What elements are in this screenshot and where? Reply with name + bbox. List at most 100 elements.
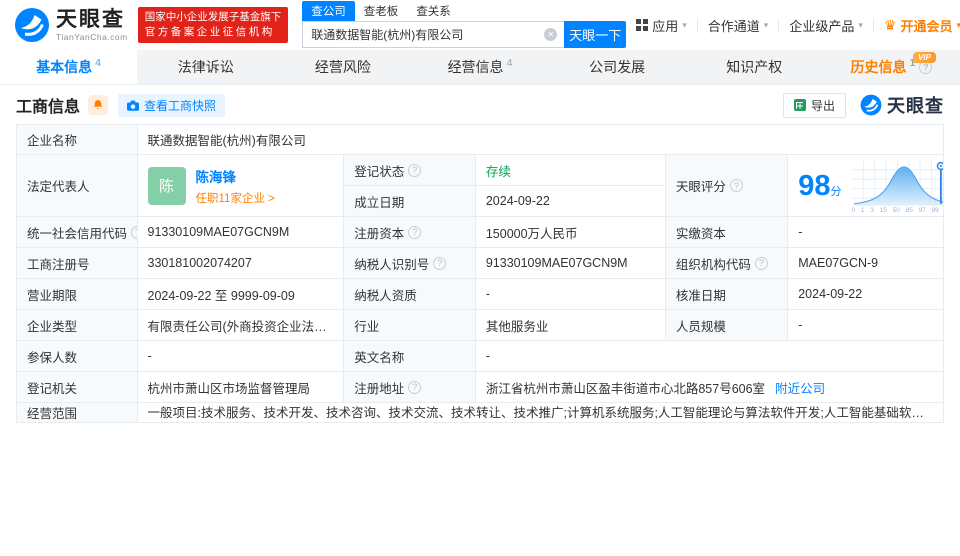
legal-rep-tenure-link[interactable]: 任职11家企业 > (196, 190, 275, 206)
help-icon[interactable]: ? (408, 225, 422, 239)
top-navigation: 应用 ▾ 合作通道 ▾ 企业级产品 ▾ ♛ 开通会员 ▾ (626, 14, 960, 36)
reg-no-label: 工商注册号 (16, 247, 138, 279)
reg-capital-label: 注册资本 (354, 226, 405, 241)
tab-label: 历史信息 (850, 59, 907, 75)
crown-icon: ♛ (883, 16, 897, 33)
tab-basic-info[interactable]: 基本信息 4 (0, 50, 138, 84)
tab-legal-litigation[interactable]: 法律诉讼 (137, 50, 274, 84)
watermark-brand-logo: 天眼查 (860, 92, 944, 118)
legal-rep-avatar[interactable]: 陈 (147, 166, 186, 205)
help-icon[interactable]: ? (408, 380, 422, 394)
chart-tick-label: 3 (870, 206, 874, 214)
logo-subtitle: TianYanCha.com (56, 31, 128, 42)
view-business-snapshot-button[interactable]: 查看工商快照 (118, 93, 226, 117)
table-row: 经营范围 一般项目:技术服务、技术开发、技术咨询、技术交流、技术转让、技术推广;… (16, 402, 944, 423)
nav-apps[interactable]: 应用 ▾ (626, 16, 697, 35)
detail-tab-bar: 基本信息 4 法律诉讼 经营风险 经营信息 4 公司发展 知识产权 VIP 历史… (0, 50, 960, 85)
business-scope-text: 一般项目:技术服务、技术开发、技术咨询、技术交流、技术转让、技术推广;计算机系统… (136, 402, 944, 423)
reg-capital-value: 150000万人民币 (474, 216, 666, 248)
paid-capital-value: - (787, 216, 944, 248)
approve-date-value: 2024-09-22 (787, 278, 944, 310)
tab-label: 经营信息 (447, 59, 504, 75)
help-icon[interactable]: ? (729, 179, 743, 192)
search-button[interactable]: 天眼一下 (564, 21, 627, 48)
company-name-label: 企业名称 (16, 124, 138, 155)
tianyancha-watermark-icon (860, 94, 882, 116)
chevron-down-icon: ▾ (858, 19, 863, 30)
search-type-tabs: 查公司 查老板 查关系 (302, 1, 626, 21)
search-tab-relation[interactable]: 查关系 (407, 1, 460, 21)
camera-icon (127, 100, 140, 111)
section-header: 工商信息 查看工商快照 导出 天眼查 (0, 85, 960, 124)
apps-grid-icon (636, 19, 642, 24)
establish-date-value: 2024-09-22 (474, 185, 666, 217)
reg-status-value: 存续 (474, 154, 666, 186)
address-label-cell: 注册地址? (343, 371, 476, 403)
score-value: 98 (798, 170, 831, 202)
chart-tick-label: 0 (851, 206, 856, 214)
table-row: 营业期限 2024-09-22 至 9999-09-09 纳税人资质 - 核准日… (16, 278, 944, 310)
address-value: 浙江省杭州市萧山区盈丰街道市心北路857号606室 (485, 381, 766, 396)
en-name-value: - (474, 340, 945, 372)
legal-rep-cell: 陈 陈海锋 任职11家企业 > (136, 154, 345, 217)
badge-line1: 国家中小企业发展子基金旗下 (144, 11, 282, 24)
nav-apps-label: 应用 (652, 18, 679, 34)
taxpayer-id-value: 91330109MAE07GCN9M (474, 247, 666, 279)
paid-capital-label: 实缴资本 (664, 216, 789, 248)
tab-business-info[interactable]: 经营信息 4 (411, 50, 548, 84)
tab-intellectual-property[interactable]: 知识产权 (686, 50, 823, 84)
nav-partner-channel[interactable]: 合作通道 ▾ (698, 16, 779, 35)
uscc-label-cell: 统一社会信用代码? (16, 216, 138, 248)
tab-count: 4 (506, 57, 513, 69)
tab-count: 4 (95, 57, 101, 69)
legal-rep-name-link[interactable]: 陈海锋 (196, 166, 275, 186)
search-tab-company[interactable]: 查公司 (302, 1, 355, 21)
help-icon[interactable]: ? (408, 163, 422, 177)
address-label: 注册地址 (354, 381, 405, 396)
company-type-value: 有限责任公司(外商投资企业法人独资) (136, 309, 345, 341)
staff-size-value: - (787, 309, 944, 341)
help-icon[interactable]: ? (754, 256, 768, 270)
tab-label: 基本信息 (36, 59, 93, 75)
table-row: 法定代表人 陈 陈海锋 任职11家企业 > 登记状态? 存续 天眼评分? 98分 (16, 154, 944, 217)
en-name-label: 英文名称 (343, 340, 476, 372)
table-row: 工商注册号 330181002074207 纳税人识别号? 91330109MA… (16, 247, 944, 279)
insured-label: 参保人数 (16, 340, 138, 372)
table-row: 企业名称 联通数据智能(杭州)有限公司 (16, 124, 944, 155)
tab-history-info[interactable]: VIP 历史信息 1 ? (823, 50, 960, 84)
tab-business-risk[interactable]: 经营风险 (274, 50, 411, 84)
help-icon[interactable]: ? (433, 256, 447, 270)
tab-label: 知识产权 (726, 59, 783, 75)
org-code-label: 组织机构代码 (675, 257, 751, 272)
top-header: 天眼查 TianYanCha.com 国家中小企业发展子基金旗下 官方备案企业征… (0, 0, 960, 50)
logo-title: 天眼查 (56, 7, 125, 31)
approve-date-label: 核准日期 (664, 278, 789, 310)
watermark-brand-text: 天眼查 (887, 96, 944, 116)
tab-company-development[interactable]: 公司发展 (549, 50, 686, 84)
search-input[interactable] (302, 21, 565, 48)
score-cell: 98分 0 1 3 15 50 85 97 99 (787, 154, 944, 217)
monitor-bell-icon[interactable] (88, 95, 109, 115)
export-button[interactable]: 导出 (782, 92, 846, 118)
bell-icon (93, 100, 103, 109)
taxpayer-qual-label: 纳税人资质 (343, 278, 476, 310)
chart-tick-label: 50 (892, 206, 900, 214)
term-value: 2024-09-22 至 9999-09-09 (136, 278, 345, 310)
tab-label: 法律诉讼 (177, 59, 234, 75)
government-certification-badge: 国家中小企业发展子基金旗下 官方备案企业征信机构 (137, 7, 289, 43)
status-badge: 存续 (485, 164, 511, 179)
nearby-companies-link[interactable]: 附近公司 (775, 382, 825, 396)
chart-axis-ticks: 0131550859799100 (851, 206, 943, 214)
table-row: 登记机关 杭州市萧山区市场监督管理局 注册地址? 浙江省杭州市萧山区盈丰街道市心… (16, 371, 945, 403)
excel-icon (793, 99, 806, 111)
search-tab-boss[interactable]: 查老板 (355, 1, 408, 21)
tianyancha-logo[interactable]: 天眼查 TianYanCha.com (14, 7, 128, 43)
address-value-cell: 浙江省杭州市萧山区盈丰街道市心北路857号606室 附近公司 (474, 371, 945, 403)
reg-status-label-cell: 登记状态? (343, 154, 476, 186)
chevron-down-icon: ▾ (763, 19, 769, 30)
taxpayer-qual-value: - (474, 278, 666, 310)
nav-enterprise-products[interactable]: 企业级产品 ▾ (779, 16, 873, 35)
help-icon[interactable]: ? (131, 225, 137, 239)
industry-label: 行业 (343, 309, 476, 341)
nav-open-membership[interactable]: ♛ 开通会员 ▾ (874, 16, 960, 35)
